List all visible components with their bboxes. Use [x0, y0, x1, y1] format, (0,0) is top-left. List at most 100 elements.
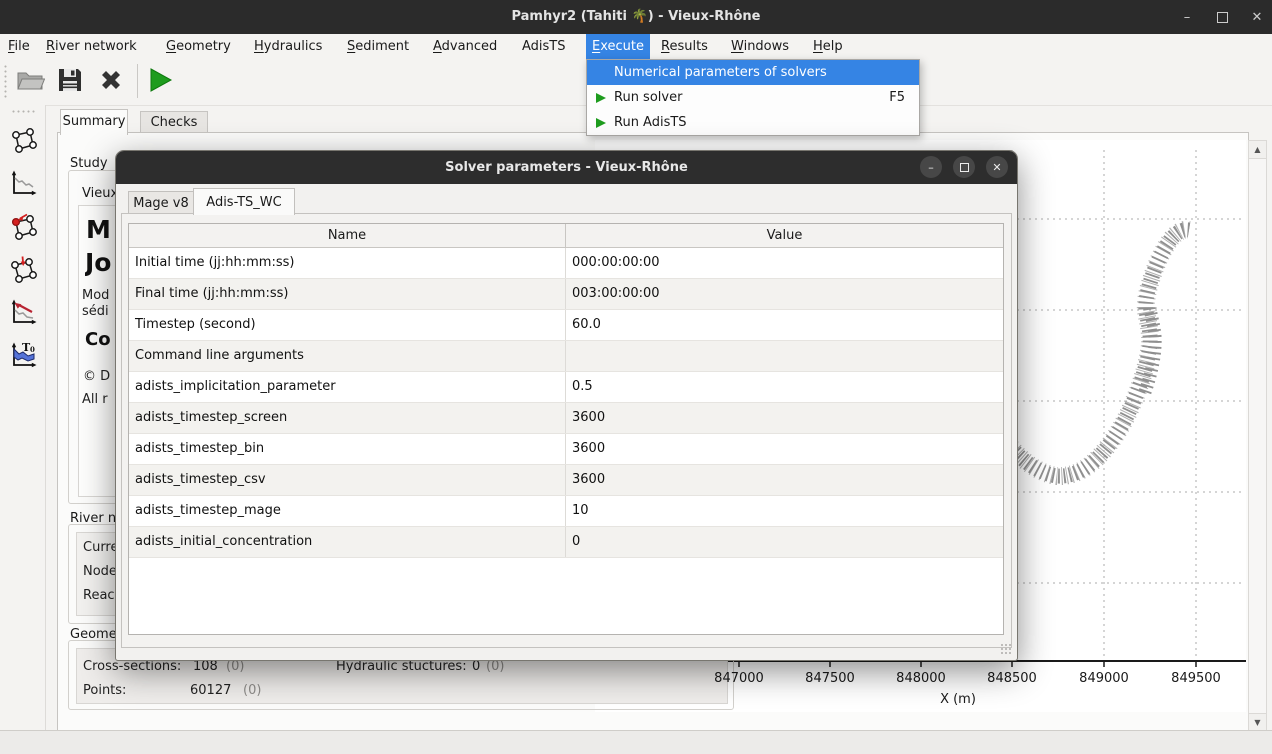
study-copyright: © D [83, 369, 115, 384]
param-name: adists_timestep_screen [129, 403, 566, 433]
close-delete-icon [96, 65, 126, 99]
param-name: adists_implicitation_parameter [129, 372, 566, 402]
table-row: adists_implicitation_parameter 0.5 [129, 372, 1003, 403]
save-button[interactable] [54, 66, 86, 98]
open-folder-icon [15, 65, 45, 99]
table-row: Final time (jj:hh:mm:ss) 003:00:00:00 [129, 279, 1003, 310]
solver-parameters-dialog: Solver parameters - Vieux-Rhône – ✕ Mage… [115, 150, 1018, 661]
param-value[interactable]: 0.5 [566, 372, 1003, 402]
param-name: adists_timestep_bin [129, 434, 566, 464]
dialog-tab-adists[interactable]: Adis-TS_WC [193, 188, 295, 215]
profile-plot-button[interactable] [7, 169, 39, 201]
table-row: Command line arguments [129, 341, 1003, 372]
tab-summary[interactable]: Summary [60, 109, 128, 135]
dialog-minimize-icon[interactable]: – [920, 156, 942, 178]
x-tick-2: 848000 [886, 671, 956, 686]
river-network-button[interactable] [7, 126, 39, 158]
points-value: 60127 [190, 683, 231, 698]
param-value[interactable]: 60.0 [566, 310, 1003, 340]
study-heading-2: Jo [85, 248, 115, 277]
cross-sections-label: Cross-sections: [83, 659, 181, 674]
table-row: adists_initial_concentration 0 [129, 527, 1003, 558]
minimize-icon[interactable]: – [1172, 0, 1202, 34]
menu-geometry[interactable]: Geometry [160, 34, 237, 59]
param-value[interactable]: 3600 [566, 434, 1003, 464]
river-current-label: Curre [83, 540, 115, 555]
dialog-maximize-icon[interactable] [953, 156, 975, 178]
param-value[interactable]: 003:00:00:00 [566, 279, 1003, 309]
structures-label: Hydraulic stuctures: [336, 659, 467, 674]
river-reach-cross-sections [1008, 230, 1189, 476]
menu-help[interactable]: Help [807, 34, 849, 59]
param-name: Final time (jj:hh:mm:ss) [129, 279, 566, 309]
x-tick-5: 849500 [1161, 671, 1231, 686]
dialog-resize-grip[interactable] [1000, 643, 1012, 655]
table-row: adists_timestep_mage 10 [129, 496, 1003, 527]
menu-windows[interactable]: Windows [725, 34, 795, 59]
param-value[interactable]: 0 [566, 527, 1003, 557]
points-label: Points: [83, 683, 126, 698]
river-network-icon [9, 126, 37, 158]
left-toolbar: T 0 [0, 105, 46, 730]
param-value[interactable]: 3600 [566, 403, 1003, 433]
toolbar-separator [137, 64, 138, 98]
header-value[interactable]: Value [566, 224, 1003, 247]
menu-file[interactable]: File [2, 34, 36, 59]
table-row: Initial time (jj:hh:mm:ss) 000:00:00:00 [129, 248, 1003, 279]
maximize-icon[interactable] [1207, 0, 1237, 34]
param-value[interactable]: 000:00:00:00 [566, 248, 1003, 278]
menu-river-network[interactable]: River network [40, 34, 143, 59]
scroll-up-icon[interactable]: ▲ [1249, 141, 1266, 159]
solver-parameters-table: Name Value Initial time (jj:hh:mm:ss) 00… [128, 223, 1004, 635]
param-name: adists_initial_concentration [129, 527, 566, 557]
study-heading-1: M [86, 215, 115, 244]
vertical-scrollbar[interactable]: ▲ ▼ [1248, 140, 1267, 732]
initial-conditions-button[interactable]: T 0 [7, 341, 39, 373]
sidebar-drag-handle[interactable] [11, 109, 35, 115]
add-upstream-node-button[interactable] [7, 212, 39, 244]
table-row: adists_timestep_csv 3600 [129, 465, 1003, 496]
shortcut-f5: F5 [889, 85, 905, 110]
dialog-close-icon[interactable]: ✕ [986, 156, 1008, 178]
menu-item-run-adists[interactable]: Run AdisTS [587, 110, 919, 135]
dialog-titlebar[interactable]: Solver parameters - Vieux-Rhône [116, 151, 1017, 184]
menu-adists[interactable]: AdisTS [516, 34, 572, 59]
study-rights: All r [82, 392, 115, 407]
update-profile-button[interactable] [7, 298, 39, 330]
param-name: adists_timestep_csv [129, 465, 566, 495]
menu-advanced[interactable]: Advanced [427, 34, 503, 59]
scroll-down-icon[interactable]: ▼ [1249, 713, 1266, 731]
tab-checks[interactable]: Checks [140, 111, 208, 134]
delete-button[interactable] [95, 66, 127, 98]
table-row: adists_timestep_bin 3600 [129, 434, 1003, 465]
x-tick-3: 848500 [977, 671, 1047, 686]
x-tick-1: 847500 [795, 671, 865, 686]
param-value[interactable] [566, 341, 1003, 371]
structures-value: 0 [472, 659, 480, 674]
param-value[interactable]: 3600 [566, 465, 1003, 495]
menu-item-numerical-parameters[interactable]: Numerical parameters of solvers [587, 60, 919, 85]
param-value[interactable]: 10 [566, 496, 1003, 526]
menu-item-run-solver[interactable]: Run solver F5 [587, 85, 919, 110]
study-desc-2: sédi [82, 304, 115, 319]
menu-execute[interactable]: Execute [586, 34, 650, 59]
run-button[interactable] [144, 66, 176, 98]
application-window: Pamhyr2 (Tahiti 🌴) - Vieux-Rhône – ✕ Fil… [0, 0, 1272, 754]
study-project-name: Vieux [82, 186, 115, 201]
header-name[interactable]: Name [129, 224, 566, 247]
status-bar [0, 730, 1272, 754]
menubar: File River network Geometry Hydraulics S… [0, 34, 1272, 59]
menu-hydraulics[interactable]: Hydraulics [248, 34, 328, 59]
param-name: adists_timestep_mage [129, 496, 566, 526]
add-reach-button[interactable] [7, 255, 39, 287]
study-subheading: Co [85, 329, 115, 350]
close-icon[interactable]: ✕ [1242, 0, 1272, 34]
menu-sediment[interactable]: Sediment [341, 34, 415, 59]
table-row: Timestep (second) 60.0 [129, 310, 1003, 341]
x-axis-label: X (m) [918, 692, 998, 707]
study-section-label: Study [70, 156, 108, 171]
open-button[interactable] [14, 66, 46, 98]
param-name: Command line arguments [129, 341, 566, 371]
toolbar-drag-handle[interactable] [3, 64, 9, 98]
menu-results[interactable]: Results [655, 34, 714, 59]
